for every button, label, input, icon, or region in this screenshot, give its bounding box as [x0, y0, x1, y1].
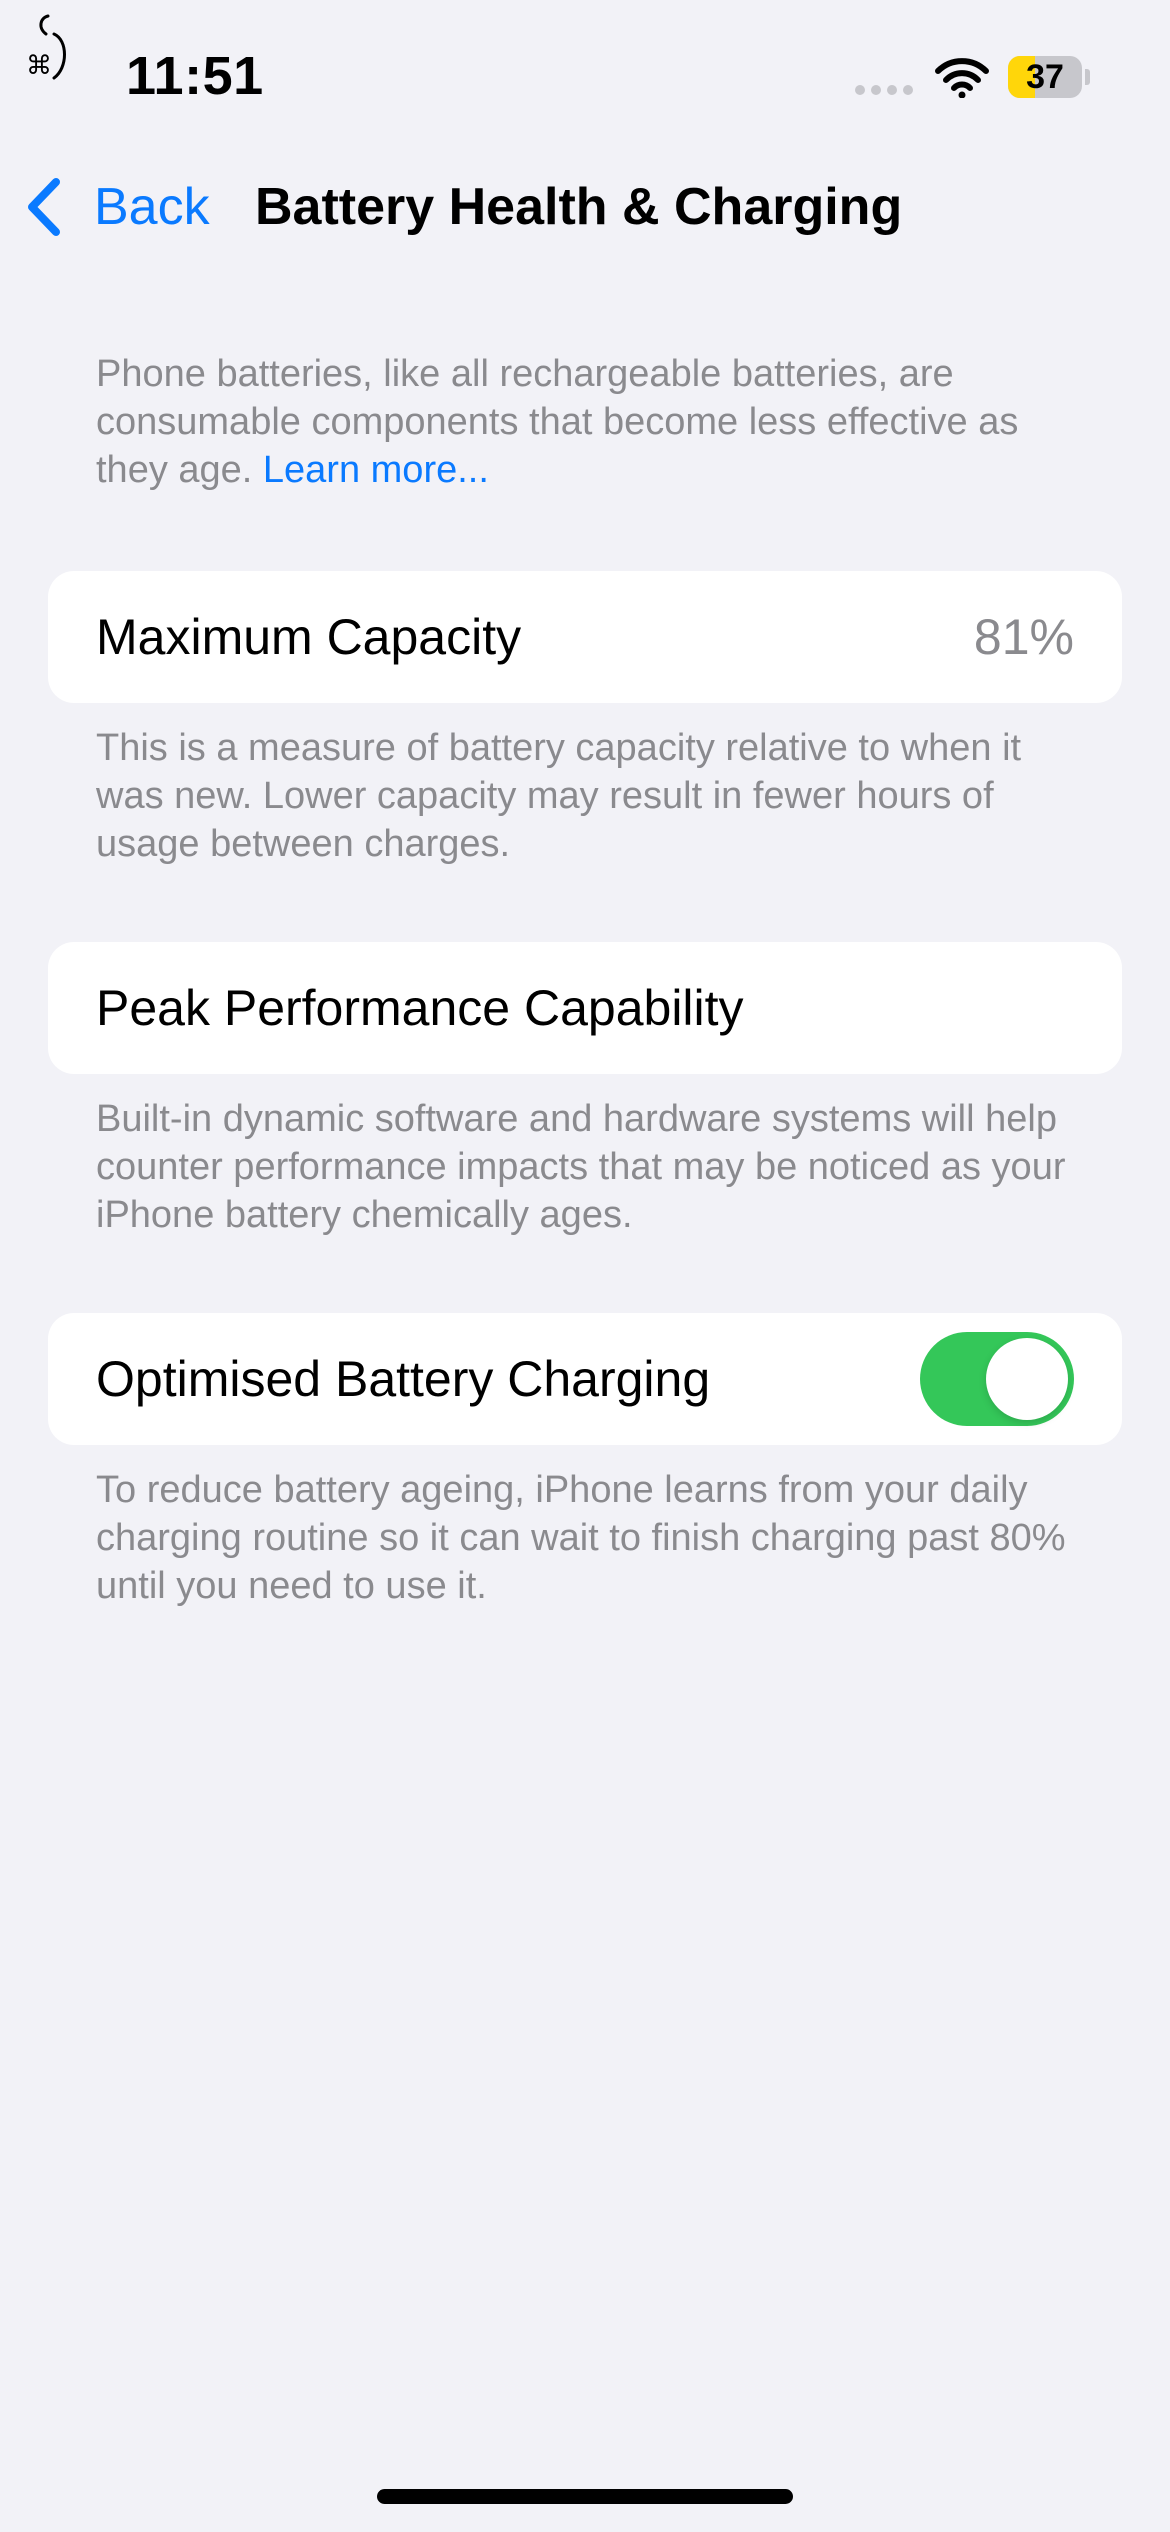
back-button[interactable]: Back: [24, 174, 210, 240]
battery-level: 37: [1026, 58, 1064, 96]
chevron-left-icon: [28, 178, 60, 236]
cellular-signal-icon: [855, 85, 913, 95]
focus-mode-icon: ⌘: [26, 14, 66, 81]
maximum-capacity-description: This is a measure of battery capacity re…: [96, 727, 1022, 865]
maximum-capacity-value: 81%: [973, 609, 1074, 665]
optimised-charging-row: Optimised Battery Charging: [48, 1313, 1122, 1445]
status-bar: ⌘ 11:51 37: [0, 0, 1170, 150]
peak-performance-label: Peak Performance Capability: [96, 980, 744, 1036]
navigation-bar: Back Battery Health & Charging: [0, 160, 1170, 254]
status-time: 11:51: [126, 46, 264, 106]
optimised-charging-toggle[interactable]: [920, 1332, 1074, 1426]
page-title: Battery Health & Charging: [255, 178, 903, 236]
intro-description: Phone batteries, like all rechargeable b…: [96, 350, 1076, 494]
intro-text: Phone batteries, like all rechargeable b…: [96, 353, 1019, 491]
battery-nub: [1085, 69, 1090, 85]
battery-body: 37: [1008, 56, 1082, 98]
svg-text:⌘: ⌘: [26, 51, 52, 81]
peak-performance-row: Peak Performance Capability: [48, 942, 1122, 1074]
home-indicator[interactable]: [377, 2489, 793, 2504]
optimised-charging-description: To reduce battery ageing, iPhone learns …: [96, 1469, 1066, 1607]
learn-more-link[interactable]: Learn more...: [263, 449, 489, 491]
battery-icon: 37: [1008, 56, 1090, 98]
wifi-icon: [935, 58, 989, 98]
optimised-charging-label: Optimised Battery Charging: [96, 1351, 711, 1407]
battery-health-screen: ⌘ 11:51 37 Back Battery Health & Chargin…: [0, 0, 1170, 2532]
maximum-capacity-label: Maximum Capacity: [96, 609, 522, 665]
toggle-knob: [986, 1338, 1068, 1420]
maximum-capacity-row: Maximum Capacity 81%: [48, 571, 1122, 703]
back-label: Back: [94, 178, 210, 236]
peak-performance-description: Built-in dynamic software and hardware s…: [96, 1098, 1066, 1236]
